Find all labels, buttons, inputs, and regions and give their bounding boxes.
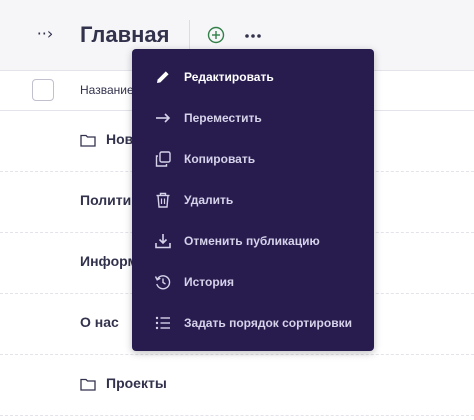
menu-item-move[interactable]: Переместить [132,98,374,138]
menu-item-label: Задать порядок сортировки [184,316,352,330]
menu-item-unpublish[interactable]: Отменить публикацию [132,221,374,261]
menu-item-label: История [184,275,235,289]
folder-icon [80,378,96,391]
context-menu: Редактировать Переместить Копировать Уда… [132,49,374,351]
add-icon[interactable] [207,26,225,44]
unpublish-icon [155,234,171,249]
column-header-name[interactable]: Название [80,83,134,97]
trash-icon [156,192,170,208]
arrow-right-icon [156,113,171,123]
menu-item-label: Копировать [184,152,256,166]
menu-item-edit[interactable]: Редактировать [132,57,374,97]
menu-item-label: Редактировать [184,70,274,84]
header-divider [189,20,190,50]
menu-item-label: Отменить публикацию [184,234,320,248]
folder-icon [80,134,96,147]
page-title: Главная [80,22,170,47]
menu-item-label: Переместить [184,111,262,125]
menu-item-label: Удалить [184,193,234,207]
menu-item-history[interactable]: История [132,262,374,302]
more-options-icon[interactable] [243,30,263,42]
list-item[interactable]: Проекты [0,355,474,416]
sidebar-toggle-button[interactable]: ··› [33,22,57,46]
pencil-icon [157,71,169,83]
list-item-label: Проекты [106,375,167,391]
menu-item-copy[interactable]: Копировать [132,139,374,179]
sort-list-icon [155,316,170,330]
history-icon [154,275,171,290]
menu-item-sort-order[interactable]: Задать порядок сортировки [132,303,374,343]
copy-icon [155,151,171,167]
list-item-label: О нас [80,314,119,330]
menu-item-delete[interactable]: Удалить [132,180,374,220]
select-all-checkbox[interactable] [32,79,54,101]
